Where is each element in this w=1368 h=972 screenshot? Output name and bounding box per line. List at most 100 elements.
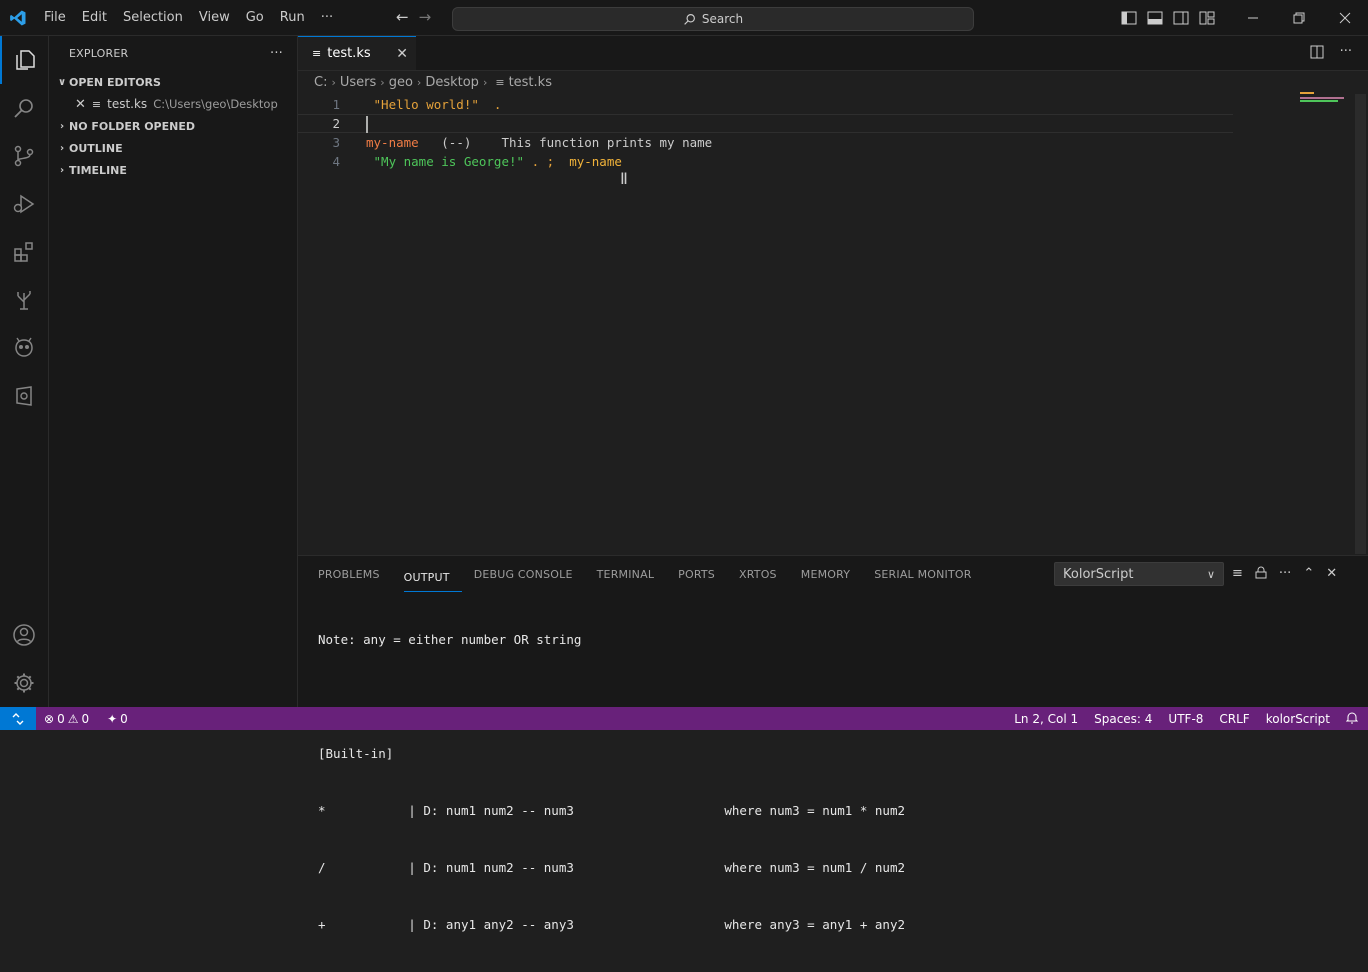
menu-run[interactable]: Run: [272, 0, 313, 36]
open-editor-item[interactable]: ✕ ≡ test.ks C:\Users\geo\Desktop: [49, 93, 297, 115]
toggle-panel-icon[interactable]: [1142, 11, 1168, 25]
section-no-folder[interactable]: › NO FOLDER OPENED: [49, 115, 297, 137]
open-file-name: test.ks: [107, 97, 148, 111]
file-lines-icon: ≡: [495, 75, 505, 89]
tab-debug-console[interactable]: DEBUG CONSOLE: [474, 556, 585, 592]
close-icon[interactable]: ✕: [75, 97, 86, 112]
testing-tree-icon[interactable]: [0, 276, 48, 324]
chevron-right-icon: ›: [59, 120, 65, 132]
vertical-scrollbar[interactable]: [1355, 94, 1366, 554]
lock-scroll-icon[interactable]: [1255, 566, 1267, 583]
tab-ports[interactable]: PORTS: [678, 556, 727, 592]
minimize-window-icon[interactable]: [1230, 0, 1276, 36]
breadcrumb-desktop[interactable]: Desktop: [425, 75, 479, 90]
bottom-panel: PROBLEMS OUTPUT DEBUG CONSOLE TERMINAL P…: [298, 555, 1368, 932]
search-icon: [684, 13, 695, 25]
code-view[interactable]: 1 "Hello world!" . 2 3 my-name (--) This…: [298, 95, 1368, 188]
output-line: * | D: num1 num2 -- num3 where num3 = nu…: [318, 803, 905, 818]
toggle-primary-sidebar-icon[interactable]: [1116, 11, 1142, 25]
search-label: Search: [701, 12, 744, 26]
chevron-down-icon: ∨: [1206, 567, 1215, 581]
explorer-files-icon[interactable]: [0, 36, 48, 84]
encoding[interactable]: UTF-8: [1168, 712, 1203, 726]
open-file-path: C:\Users\geo\Desktop: [153, 97, 278, 111]
toggle-secondary-sidebar-icon[interactable]: [1168, 11, 1194, 25]
file-lines-icon: ≡: [312, 47, 322, 60]
maximize-panel-icon[interactable]: ⌃: [1303, 566, 1314, 583]
ports-count: 0: [120, 711, 128, 726]
code-line-current[interactable]: 2: [298, 114, 1233, 133]
section-open-editors[interactable]: ∨ OPEN EDITORS: [49, 71, 297, 93]
section-label: NO FOLDER OPENED: [69, 119, 195, 133]
output-content[interactable]: Note: any = either number OR string [Bui…: [298, 592, 1368, 972]
status-bar: ⊗ 0 ⚠ 0 ✦ 0 Ln 2, Col 1 Spaces: 4 UTF-8 …: [0, 707, 1368, 730]
code-line[interactable]: 1 "Hello world!" .: [298, 95, 1368, 114]
output-line: / | D: num1 num2 -- num3 where num3 = nu…: [318, 860, 905, 875]
split-editor-icon[interactable]: [1310, 45, 1324, 63]
tab-problems[interactable]: PROBLEMS: [318, 556, 392, 592]
ports-status[interactable]: ✦ 0: [107, 712, 128, 726]
section-timeline[interactable]: › TIMELINE: [49, 159, 297, 181]
section-label: TIMELINE: [69, 163, 127, 177]
breadcrumb-geo[interactable]: geo: [389, 75, 413, 90]
code-token: my-name: [569, 154, 622, 169]
section-outline[interactable]: › OUTLINE: [49, 137, 297, 159]
menu-selection[interactable]: Selection: [115, 0, 191, 36]
tab-test-ks[interactable]: ≡ test.ks ✕: [298, 36, 416, 70]
manage-gear-icon[interactable]: [0, 659, 48, 707]
tab-memory[interactable]: MEMORY: [801, 556, 862, 592]
file-lines-icon: ≡: [91, 97, 102, 111]
restore-window-icon[interactable]: [1276, 0, 1322, 36]
indentation[interactable]: Spaces: 4: [1094, 712, 1152, 726]
tab-serial-monitor[interactable]: SERIAL MONITOR: [874, 556, 983, 592]
title-bar: File Edit Selection View Go Run ··· ← → …: [0, 0, 1368, 36]
command-center-search[interactable]: Search: [452, 7, 974, 31]
source-control-icon[interactable]: [0, 132, 48, 180]
breadcrumb-file[interactable]: test.ks: [509, 75, 552, 90]
minimap[interactable]: [1300, 91, 1350, 103]
line-number: 4: [332, 154, 340, 169]
close-icon[interactable]: ✕: [396, 46, 408, 62]
cursor-position[interactable]: Ln 2, Col 1: [1014, 712, 1078, 726]
platformio-alien-icon[interactable]: [0, 324, 48, 372]
line-text: "My name is George!" . ; my-name: [366, 154, 622, 169]
close-window-icon[interactable]: [1322, 0, 1368, 36]
clear-output-icon[interactable]: ≡: [1232, 566, 1243, 583]
section-label: OPEN EDITORS: [69, 75, 161, 89]
remote-indicator-icon[interactable]: [0, 707, 36, 730]
sidebar-more-actions[interactable]: ···: [270, 46, 283, 61]
output-channel-select[interactable]: KolorScript ∨: [1054, 562, 1224, 586]
notifications-bell-icon[interactable]: [1345, 711, 1359, 727]
close-panel-icon[interactable]: ✕: [1326, 566, 1337, 583]
menu-file[interactable]: File: [36, 0, 74, 36]
tab-terminal[interactable]: TERMINAL: [597, 556, 667, 592]
forward-arrow-icon[interactable]: →: [419, 8, 432, 26]
line-endings[interactable]: CRLF: [1219, 712, 1249, 726]
menu-edit[interactable]: Edit: [74, 0, 115, 36]
code-token: "Hello world!" .: [366, 97, 502, 112]
remote-extension-icon[interactable]: [0, 372, 48, 420]
menu-more[interactable]: ···: [313, 0, 341, 36]
output-line: [Built-in]: [318, 746, 394, 761]
mouse-ibeam-cursor-icon: Ⅱ: [620, 169, 628, 188]
menu-view[interactable]: View: [191, 0, 238, 36]
problems-status[interactable]: ⊗ 0 ⚠ 0: [44, 712, 89, 726]
code-line[interactable]: 3 my-name (--) This function prints my n…: [298, 133, 1368, 152]
editor-area: ≡ test.ks ✕ ··· C: › Users › geo › Deskt…: [298, 36, 1368, 555]
customize-layout-icon[interactable]: [1194, 11, 1220, 25]
breadcrumb-users[interactable]: Users: [340, 75, 376, 90]
breadcrumb-drive[interactable]: C:: [314, 75, 327, 90]
code-line[interactable]: 4 "My name is George!" . ; my-name: [298, 152, 1368, 171]
search-icon[interactable]: [0, 84, 48, 132]
more-actions-icon[interactable]: ···: [1279, 566, 1291, 583]
more-actions-icon[interactable]: ···: [1340, 45, 1352, 63]
menu-go[interactable]: Go: [238, 0, 272, 36]
extensions-icon[interactable]: [0, 228, 48, 276]
language-mode[interactable]: kolorScript: [1266, 712, 1330, 726]
tab-xrtos[interactable]: XRTOS: [739, 556, 789, 592]
line-number: 3: [332, 135, 340, 150]
accounts-icon[interactable]: [0, 611, 48, 659]
run-and-debug-icon[interactable]: [0, 180, 48, 228]
tab-output[interactable]: OUTPUT: [403, 564, 462, 592]
back-arrow-icon[interactable]: ←: [396, 8, 409, 26]
